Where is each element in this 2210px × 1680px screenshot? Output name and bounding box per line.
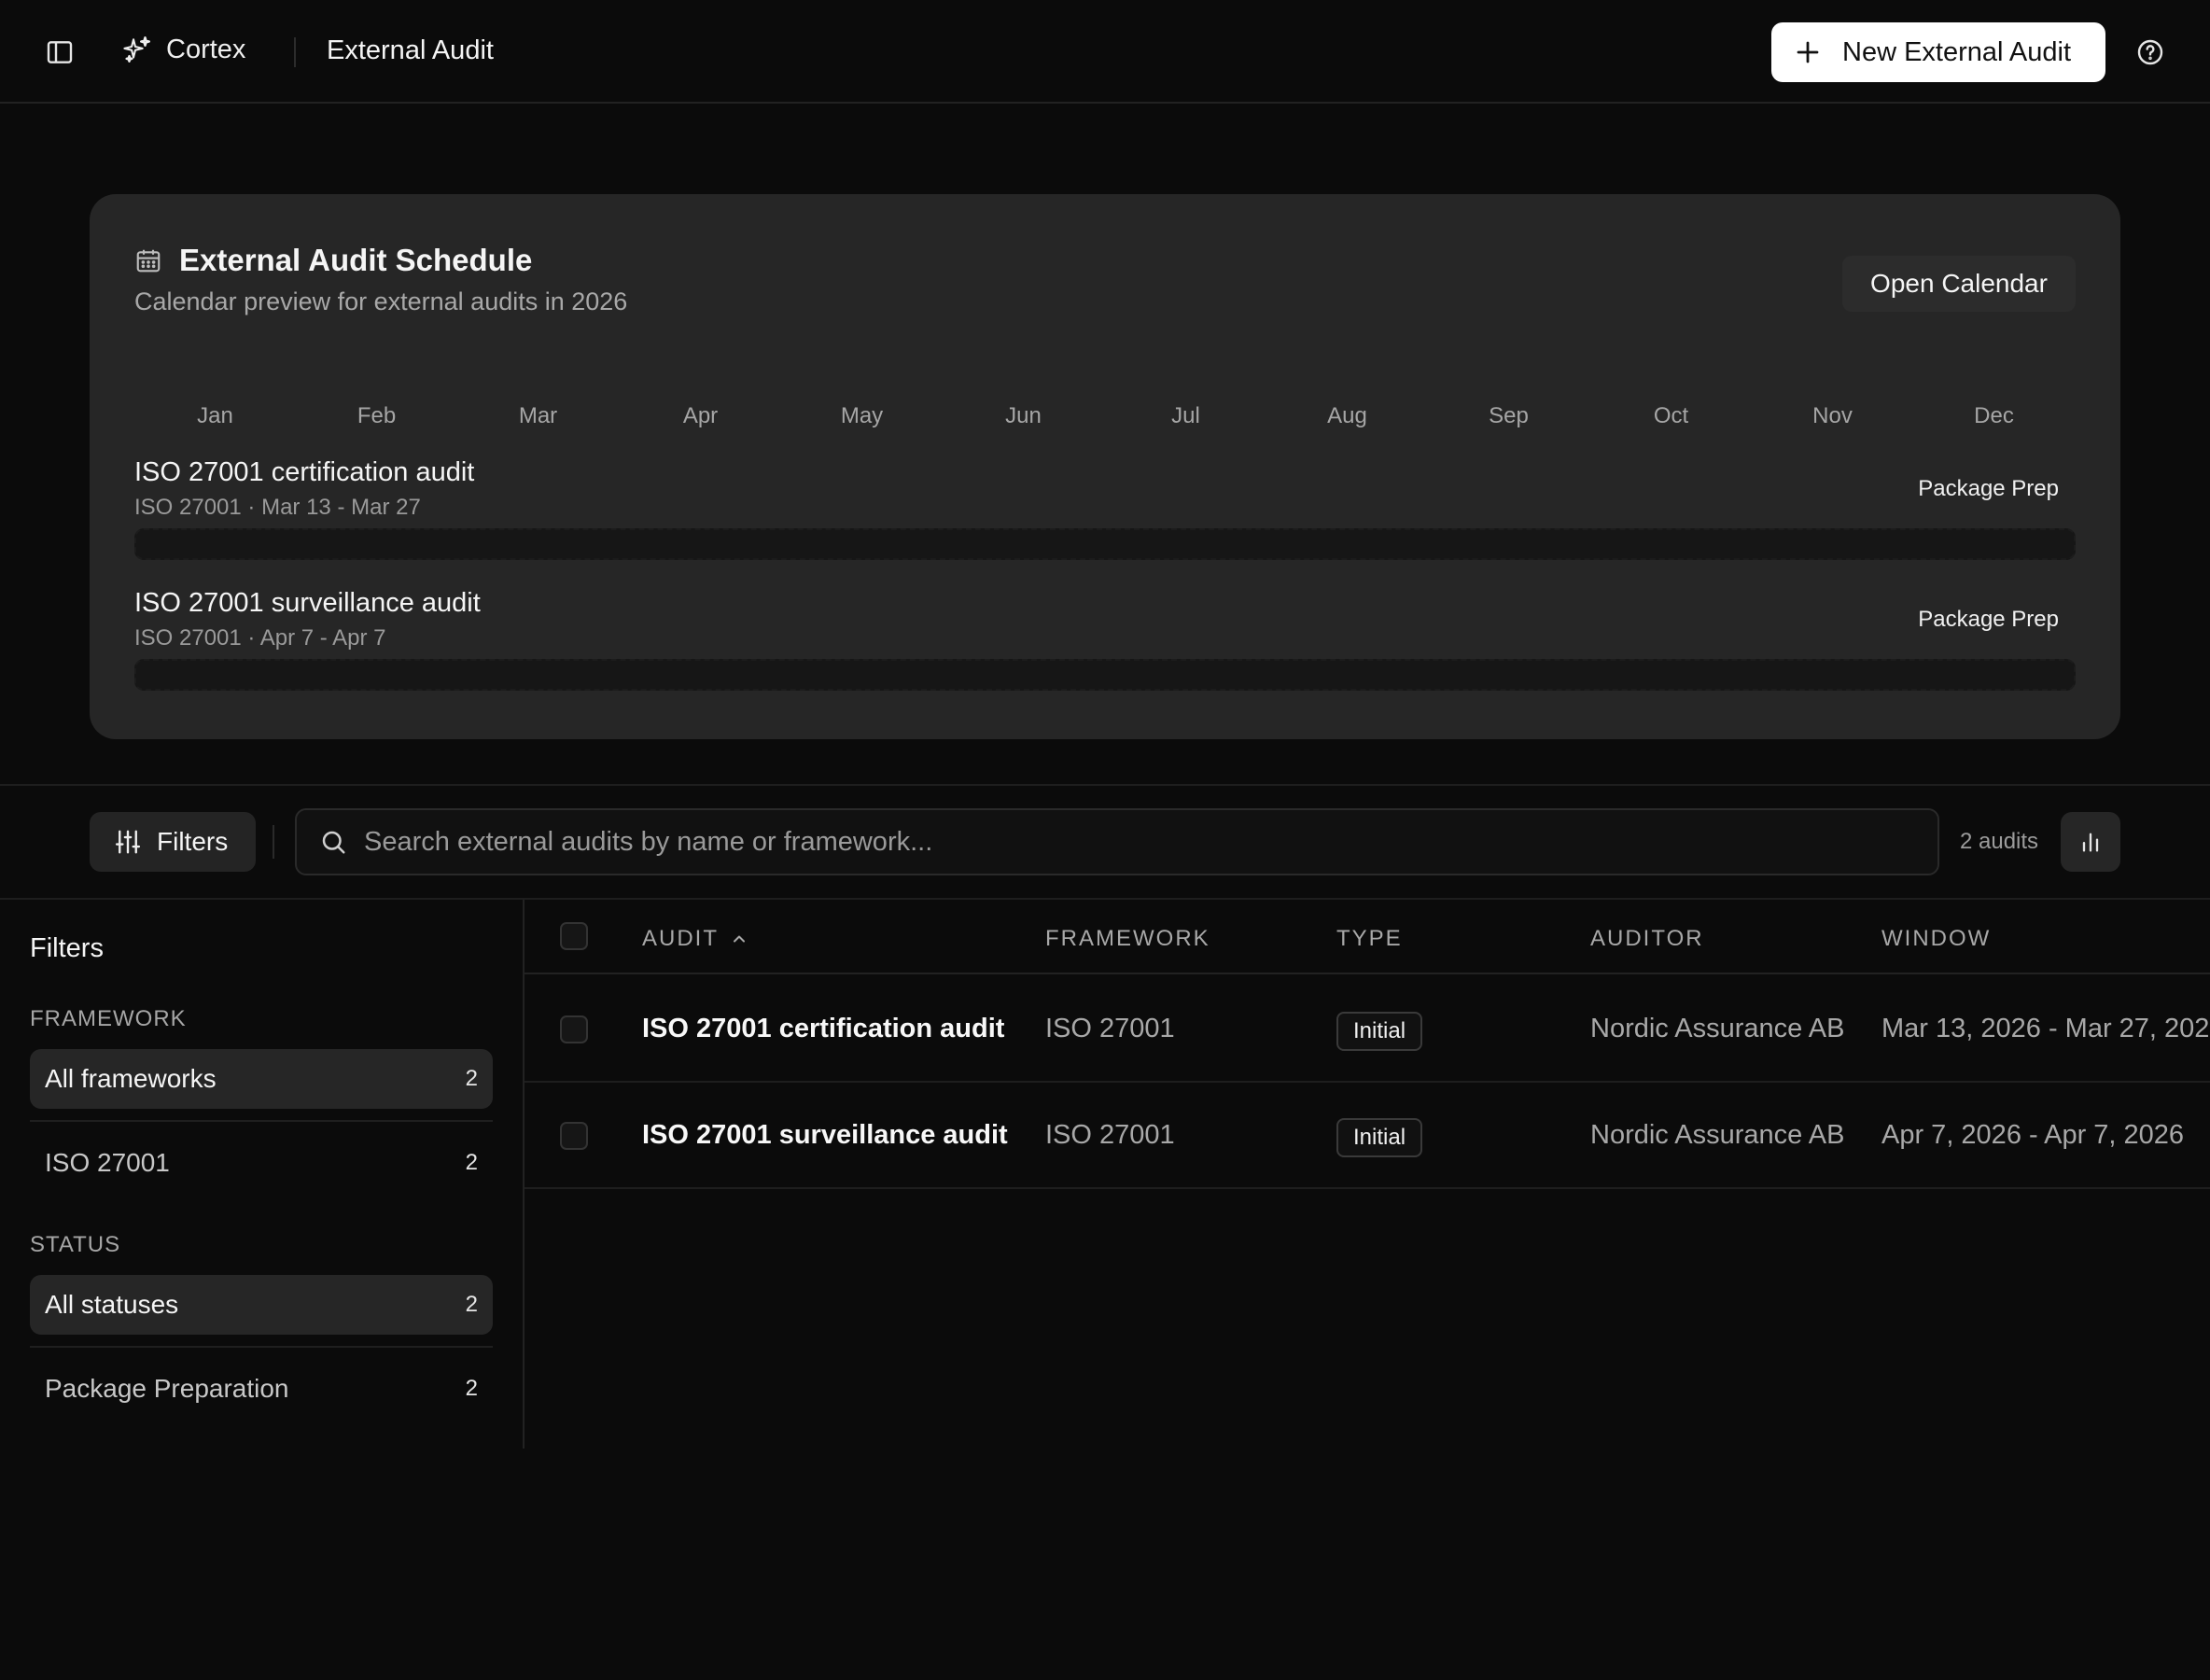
- month-label: Sep: [1489, 403, 1529, 428]
- month-label: Feb: [357, 403, 397, 428]
- schedule-row-meta: ISO 27001 · Mar 13 - Mar 27: [134, 495, 421, 520]
- column-audit[interactable]: AUDIT: [642, 926, 748, 952]
- filter-count: 2: [465, 1292, 478, 1317]
- timeline-track: [134, 659, 2076, 691]
- audit-count: 2 audits: [1960, 829, 2039, 854]
- schedule-row-status: Package Prep: [1918, 476, 2059, 501]
- schedule-row-name: ISO 27001 certification audit: [134, 457, 475, 487]
- sparkles-icon: [121, 34, 153, 65]
- sliders-icon: [114, 828, 142, 856]
- plus-icon: [1794, 38, 1822, 66]
- sidebar-toggle-icon[interactable]: [45, 37, 75, 67]
- audit-framework: ISO 27001: [1045, 1014, 1175, 1043]
- audit-name[interactable]: ISO 27001 certification audit: [642, 1014, 1004, 1044]
- brand-name: Cortex: [166, 34, 246, 64]
- filter-iso-27001[interactable]: ISO 27001 2: [30, 1133, 493, 1193]
- audit-name[interactable]: ISO 27001 surveillance audit: [642, 1120, 1008, 1151]
- brand[interactable]: Cortex: [121, 34, 245, 65]
- chart-view-button[interactable]: [2061, 812, 2120, 872]
- filter-package-preparation[interactable]: Package Preparation 2: [30, 1359, 493, 1419]
- month-label: Nov: [1812, 403, 1853, 428]
- audit-auditor: Nordic Assurance AB: [1590, 1014, 1845, 1043]
- filters-label: Filters: [157, 827, 229, 856]
- audit-type-badge: Initial: [1336, 1118, 1423, 1157]
- schedule-row[interactable]: ISO 27001 surveillance audit ISO 27001 ·…: [134, 588, 2076, 709]
- filter-label: ISO 27001: [45, 1148, 170, 1177]
- audit-window: Apr 7, 2026 - Apr 7, 2026: [1881, 1120, 2185, 1150]
- status-heading: STATUS: [30, 1232, 121, 1257]
- filters-sidebar: Filters FRAMEWORK All frameworks 2 ISO 2…: [0, 900, 525, 1449]
- audit-window: Mar 13, 2026 - Mar 27, 2026: [1881, 1014, 2210, 1043]
- month-label: May: [840, 403, 884, 428]
- search-box[interactable]: [295, 808, 1939, 875]
- filter-count: 2: [465, 1376, 478, 1401]
- audit-schedule-card: External Audit Schedule Calendar preview…: [90, 194, 2120, 739]
- open-calendar-button[interactable]: Open Calendar: [1842, 256, 2076, 312]
- search-input[interactable]: [364, 814, 1937, 870]
- divider: [0, 784, 2210, 786]
- search-icon: [319, 828, 347, 856]
- row-checkbox[interactable]: [560, 1122, 588, 1150]
- calendar-icon: [134, 246, 162, 274]
- column-framework[interactable]: FRAMEWORK: [1045, 926, 1210, 952]
- audit-auditor: Nordic Assurance AB: [1590, 1120, 1845, 1150]
- top-bar: Cortex External Audit New External Audit: [0, 0, 2210, 104]
- filter-all-frameworks[interactable]: All frameworks 2: [30, 1049, 493, 1109]
- month-label: Oct: [1653, 403, 1689, 428]
- filter-all-statuses[interactable]: All statuses 2: [30, 1275, 493, 1335]
- column-window[interactable]: WINDOW: [1881, 926, 1991, 952]
- table-row[interactable]: ISO 27001 surveillance audit ISO 27001 I…: [525, 1083, 2210, 1189]
- month-label: Apr: [682, 403, 719, 428]
- page-title: External Audit: [327, 35, 494, 65]
- column-type[interactable]: TYPE: [1336, 926, 1403, 952]
- month-label: Aug: [1327, 403, 1367, 428]
- divider: [30, 1346, 493, 1348]
- filters-button[interactable]: Filters: [90, 812, 256, 872]
- schedule-row-name: ISO 27001 surveillance audit: [134, 588, 481, 618]
- audit-type-badge: Initial: [1336, 1012, 1423, 1051]
- month-label: Mar: [518, 403, 558, 428]
- filter-label: Package Preparation: [45, 1374, 289, 1403]
- sort-ascending-icon: [730, 930, 748, 948]
- filter-label: All frameworks: [45, 1064, 217, 1093]
- help-icon[interactable]: [2135, 37, 2165, 67]
- row-checkbox[interactable]: [560, 1015, 588, 1043]
- divider: [30, 1120, 493, 1122]
- schedule-subtitle: Calendar preview for external audits in …: [134, 287, 628, 315]
- filter-count: 2: [465, 1066, 478, 1091]
- schedule-title: External Audit Schedule: [179, 243, 533, 277]
- timeline-track: [134, 528, 2076, 560]
- schedule-row-meta: ISO 27001 · Apr 7 - Apr 7: [134, 625, 386, 651]
- month-label: Jun: [1005, 403, 1042, 428]
- month-axis: Jan Feb Mar Apr May Jun Jul Aug Sep Oct …: [134, 403, 2076, 431]
- column-label: AUDIT: [642, 926, 719, 951]
- month-label: Dec: [1974, 403, 2014, 428]
- schedule-row[interactable]: ISO 27001 certification audit ISO 27001 …: [134, 457, 2076, 579]
- filter-label: All statuses: [45, 1290, 179, 1319]
- filter-count: 2: [465, 1150, 478, 1175]
- new-external-audit-label: New External Audit: [1842, 36, 2072, 67]
- audit-framework: ISO 27001: [1045, 1120, 1175, 1150]
- new-external-audit-button[interactable]: New External Audit: [1771, 22, 2105, 82]
- table-row[interactable]: ISO 27001 certification audit ISO 27001 …: [525, 976, 2210, 1083]
- column-auditor[interactable]: AUDITOR: [1590, 926, 1704, 952]
- divider: [294, 37, 296, 67]
- month-label: Jan: [197, 403, 233, 428]
- schedule-row-status: Package Prep: [1918, 607, 2059, 632]
- select-all-checkbox[interactable]: [560, 922, 588, 950]
- framework-heading: FRAMEWORK: [30, 1006, 187, 1031]
- divider: [273, 825, 274, 859]
- month-label: Jul: [1171, 403, 1200, 428]
- table-header: AUDIT FRAMEWORK TYPE AUDITOR WINDOW: [525, 900, 2210, 974]
- sidebar-title: Filters: [30, 933, 104, 963]
- bar-chart-icon: [2077, 829, 2104, 855]
